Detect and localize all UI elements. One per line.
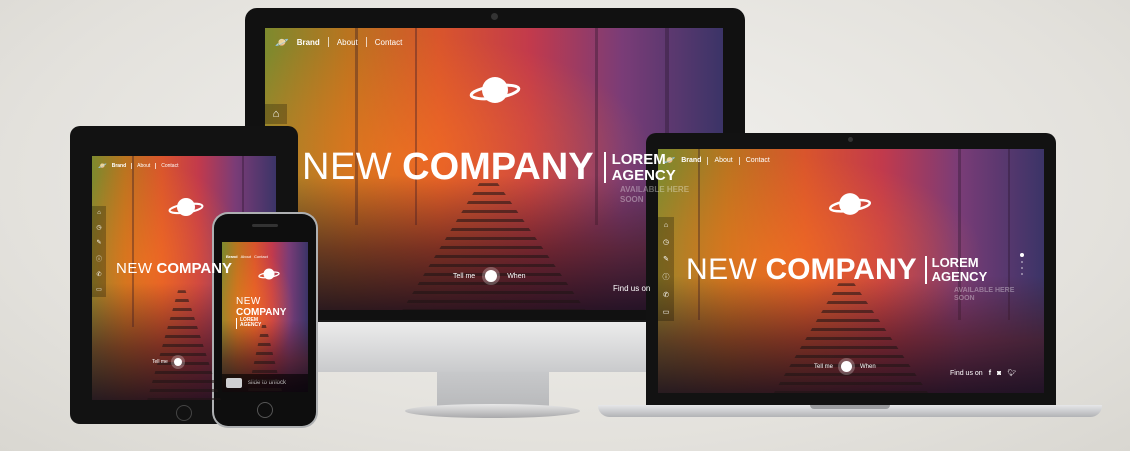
ipad-notify-toggle[interactable]: Tell me [152,358,182,366]
imac-foot [405,404,580,418]
ipad-toggle-left: Tell me [152,359,168,365]
notify-toggle[interactable]: Tell me When [453,270,525,282]
ipad-nav-about[interactable]: About [137,163,150,169]
ipad-home-button[interactable] [176,405,192,421]
ipad-toggle-knob[interactable] [173,358,182,366]
macbook-screen: 🪐 Brand About Contact ⌂ ◷ ✎ ⓘ ✆ ▭ NEW CO… [658,149,1044,393]
toggle-knob[interactable] [485,270,498,282]
ipad-clock-icon[interactable]: ◷ [96,224,101,231]
iphone-speaker [252,224,278,227]
macbook-agency-text: LOREM AGENCY [924,256,988,284]
chat-icon[interactable]: ▭ [663,308,670,316]
ipad-brand-logo-icon[interactable]: 🪐 [98,162,107,170]
ipad-headline-bold: COMPANY [156,260,233,277]
toggle-right-label: When [507,272,526,280]
ipad-info-icon[interactable]: ⓘ [96,254,102,263]
social-links: Find us on [613,284,650,293]
instagram-icon[interactable]: ◙ [997,370,1001,377]
iphone-home-button[interactable] [257,402,273,418]
ipad-brand-link[interactable]: Brand [112,163,126,169]
macbook-nav-about[interactable]: About [714,157,732,164]
find-us-label: Find us on [613,284,651,293]
macbook-brand-link[interactable]: Brand [681,157,701,164]
macbook-available-text: AVAILABLE HERE SOON [954,287,1014,304]
iphone-agency-text: LOREM AGENCY [236,317,262,329]
ipad-edit-icon[interactable]: ✎ [96,239,101,246]
ipad-sidebar: ⌂ ◷ ✎ ⓘ ✆ ▭ [92,206,106,297]
macbook-notch [810,405,890,409]
macbook-hero-headline: NEW COMPANY LOREM AGENCY [686,253,987,287]
headline-bold: COMPANY [402,146,594,188]
phone-icon[interactable]: ✆ [663,291,669,299]
site-nav: 🪐 Brand About Contact [275,36,403,49]
iphone-headline-light: NEW [236,296,261,307]
ipad-chat-icon[interactable]: ▭ [96,286,102,293]
macbook-find-us-label: Find us on [950,369,983,377]
ipad-site-nav: 🪐 Brand About Contact [98,162,178,170]
edit-icon[interactable]: ✎ [663,255,669,263]
brand-logo-icon[interactable]: 🪐 [275,36,289,49]
macbook-planet-icon [828,193,872,215]
agency-line2: AGENCY [611,166,676,184]
available-text: AVAILABLE HERE SOON [620,185,689,204]
available-line1: AVAILABLE HERE [620,185,690,194]
ipad-phone-icon[interactable]: ✆ [96,271,101,278]
macbook-agency-line2: AGENCY [931,269,988,284]
macbook-toggle-left: Tell me [814,363,834,370]
macbook-available-line1: AVAILABLE HERE [954,287,1015,294]
agency-line1: LOREM [611,150,666,168]
macbook-camera [848,137,853,142]
iphone-nav-about[interactable]: About [241,254,251,259]
ipad-hero-headline: NEW COMPANY [116,260,232,277]
brand-link[interactable]: Brand [297,38,320,47]
section-dots[interactable] [1020,253,1024,275]
macbook-toggle-knob[interactable] [841,361,853,372]
iphone-site-nav: Brand About Contact [226,254,268,259]
macbook-headline-bold: COMPANY [765,253,917,286]
nav-about-link[interactable]: About [337,38,358,47]
iphone-device: Brand About Contact NEW COMPANY LOREM AG… [214,214,316,426]
macbook-available-line2: SOON [954,295,975,303]
macbook-site-nav: 🪐 Brand About Contact [664,155,770,166]
nav-contact-link[interactable]: Contact [375,38,403,47]
unlock-slider-knob[interactable] [226,378,242,388]
macbook-nav-contact[interactable]: Contact [746,157,770,164]
ipad-nav-contact[interactable]: Contact [161,163,178,169]
home-icon[interactable]: ⌂ [664,222,668,229]
info-icon[interactable]: ⓘ [663,272,670,282]
site-sidebar: ⌂ [265,104,287,124]
ipad-planet-icon [168,198,204,216]
ipad-home-icon[interactable]: ⌂ [97,210,101,216]
iphone-nav-contact[interactable]: Contact [254,254,268,259]
hero-headline: NEW COMPANY LOREM AGENCY [302,146,676,189]
toggle-left-label: Tell me [453,272,476,280]
macbook-device: 🪐 Brand About Contact ⌂ ◷ ✎ ⓘ ✆ ▭ NEW CO… [646,133,1056,407]
iphone-hero-headline: NEW COMPANY LOREM AGENCY [236,296,286,329]
available-line2: SOON [620,194,644,204]
macbook-notify-toggle[interactable]: Tell me When [814,361,876,372]
iphone-screen: Brand About Contact NEW COMPANY LOREM AG… [222,242,308,392]
iphone-agency-line2: AGENCY [240,322,262,329]
ipad-headline-light: NEW [116,260,153,277]
iphone-planet-icon [258,268,280,280]
imac-camera [491,13,498,20]
twitter-icon[interactable]: 🐦︎ [1007,369,1016,377]
macbook-toggle-right: When [860,363,876,370]
facebook-icon[interactable]: f [989,370,991,377]
clock-icon[interactable]: ◷ [663,238,669,246]
macbook-brand-logo-icon[interactable]: 🪐 [664,155,675,166]
iphone-brand-link[interactable]: Brand [226,254,238,259]
planet-icon [469,77,521,103]
macbook-social-links: Find us on f ◙ 🐦︎ [950,369,1016,378]
home-icon[interactable]: ⌂ [273,108,280,120]
macbook-headline-light: NEW [686,253,758,286]
macbook-sidebar: ⌂ ◷ ✎ ⓘ ✆ ▭ [658,217,674,321]
headline-light: NEW [302,146,393,188]
